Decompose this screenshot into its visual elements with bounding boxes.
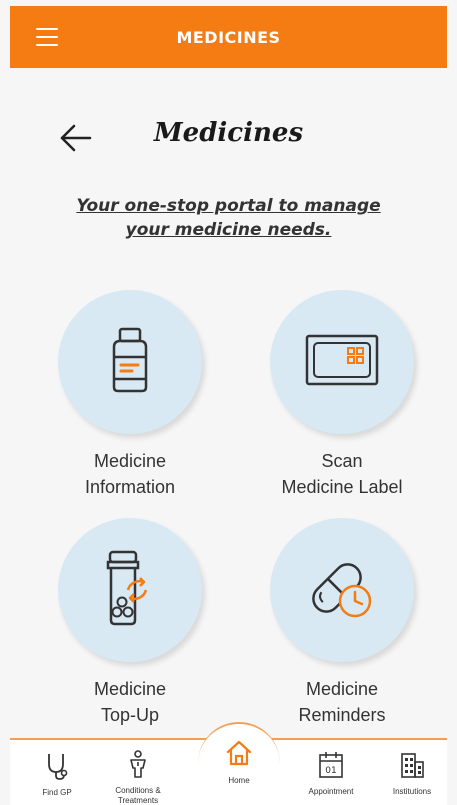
tagline-line-1: Your one-stop portal to manage: [76, 196, 381, 216]
calendar-icon-text: 01: [325, 766, 336, 776]
medicine-information-label: Medicine Information: [84, 451, 176, 497]
app-header: MEDICINES: [10, 6, 447, 68]
calendar-icon: 01: [318, 752, 344, 783]
tagline-line-2: your medicine needs.: [125, 220, 332, 240]
nav-find-gp[interactable]: Find GP: [19, 752, 95, 798]
building-icon: [399, 753, 425, 783]
pill-bottle-refill-icon: [100, 548, 160, 632]
page-tagline: Your one-stop portal to manage your medi…: [60, 194, 397, 242]
stethoscope-icon: [44, 754, 70, 784]
person-body-icon: [127, 750, 149, 782]
medicine-bottle-icon: [100, 325, 160, 399]
medicine-reminders-label: Medicine Reminders: [298, 679, 386, 725]
pill-clock-icon: [307, 553, 377, 627]
medicine-top-up-tile[interactable]: Medicine Top-Up: [40, 518, 220, 728]
page-title: Medicines: [153, 118, 304, 148]
nav-find-gp-label: Find GP: [42, 788, 72, 797]
hamburger-menu-icon[interactable]: [36, 28, 58, 46]
nav-institutions-label: Institutions: [392, 787, 432, 796]
medicine-reminders-tile[interactable]: Medicine Reminders: [252, 518, 432, 728]
scan-medicine-label-label: Scan Medicine Label: [281, 451, 403, 497]
nav-appointment[interactable]: 01 Appointment: [293, 751, 369, 797]
medicine-information-circle[interactable]: [58, 290, 202, 434]
medicine-top-up-label: Medicine Top-Up: [93, 679, 167, 725]
nav-institutions[interactable]: Institutions: [374, 751, 450, 797]
medicine-information-tile[interactable]: Medicine Information: [40, 290, 220, 500]
nav-appointment-label: Appointment: [308, 787, 354, 796]
header-title: MEDICINES: [176, 27, 281, 47]
medicine-reminders-circle[interactable]: [270, 518, 414, 662]
scan-medicine-label-tile[interactable]: Scan Medicine Label: [252, 290, 432, 500]
nav-conditions-treatments[interactable]: Conditions & Treatments: [100, 750, 176, 805]
nav-home-label: Home: [228, 776, 250, 785]
scan-medicine-label-circle[interactable]: [270, 290, 414, 434]
home-icon: [224, 740, 254, 772]
nav-home[interactable]: Home: [201, 738, 277, 786]
medicine-top-up-circle[interactable]: [58, 518, 202, 662]
scan-label-icon: [304, 332, 380, 392]
nav-conditions-label: Conditions & Treatments: [115, 786, 161, 805]
